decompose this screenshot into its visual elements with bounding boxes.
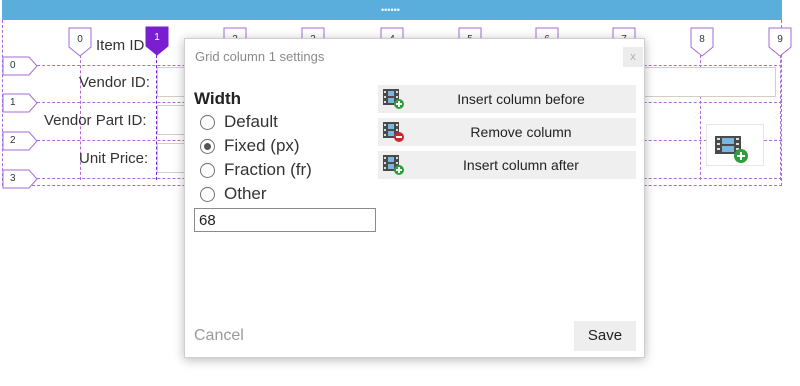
insert-column-before-button[interactable]: Insert column before [378, 85, 636, 113]
remove-column-icon [382, 121, 406, 148]
vendor-part-id-field[interactable] [157, 105, 187, 135]
radio-fraction[interactable] [200, 163, 215, 178]
radio-fixed[interactable] [200, 139, 215, 154]
radio-other[interactable] [200, 187, 215, 202]
item-id-label: Item ID [96, 37, 145, 54]
remove-column-button[interactable]: Remove column [378, 118, 636, 146]
vendor-id-label: Vendor ID: [79, 74, 150, 91]
film-add-icon [715, 136, 748, 163]
close-button[interactable]: x [623, 47, 643, 67]
row-marker-1[interactable]: 1 [2, 93, 38, 113]
width-heading: Width [194, 89, 242, 108]
unit-price-label: Unit Price: [79, 150, 149, 167]
save-button[interactable]: Save [574, 321, 636, 351]
insert-column-after-button[interactable]: Insert column after [378, 151, 636, 179]
unit-price-field[interactable] [157, 143, 187, 173]
grid-column-settings-dialog: Grid column 1 settings x Width Default F… [184, 38, 645, 358]
vendor-id-field[interactable] [640, 67, 776, 97]
vendor-part-id-label: Vendor Part ID: [44, 112, 147, 129]
width-value-input[interactable]: 68 [194, 208, 376, 232]
row-marker-3[interactable]: 3 [2, 169, 38, 189]
column-marker-0[interactable]: 0 [68, 27, 92, 57]
insert-column-after-icon [382, 154, 406, 181]
vendor-id-field-left[interactable] [157, 67, 187, 97]
column-line-9 [780, 50, 781, 180]
insert-column-before-icon [382, 88, 406, 115]
column-marker-8[interactable]: 8 [690, 27, 714, 57]
column-marker-9[interactable]: 9 [768, 27, 792, 57]
drag-grip[interactable]: •••••• [381, 6, 400, 15]
column-marker-1[interactable]: 1 [145, 26, 169, 56]
add-column-button[interactable] [706, 124, 764, 166]
designer-top-bar[interactable]: •••••• [2, 0, 782, 20]
row-marker-2[interactable]: 2 [2, 131, 38, 151]
radio-default[interactable] [200, 115, 215, 130]
row-marker-0[interactable]: 0 [2, 56, 38, 76]
cancel-button[interactable]: Cancel [194, 327, 244, 345]
dialog-title: Grid column 1 settings [195, 49, 325, 64]
